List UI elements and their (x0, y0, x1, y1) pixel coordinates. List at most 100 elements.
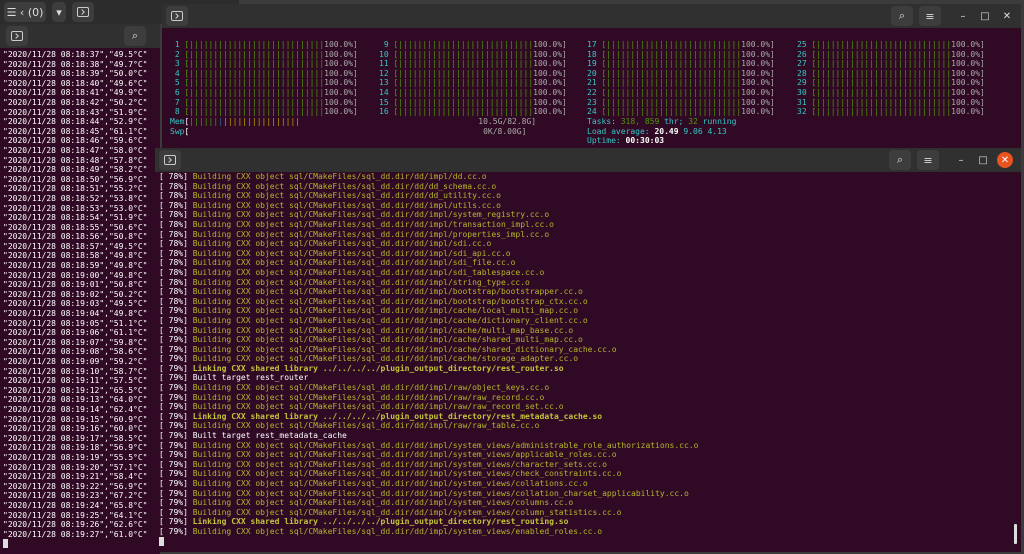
cpu-number: 27 (797, 59, 812, 69)
chevron-down-icon[interactable]: ▾ (52, 2, 66, 22)
new-tab-button-2[interactable] (6, 26, 28, 46)
cpu-bar: [|||||||||||||||||||||||||||| (184, 49, 325, 59)
hamburger-menu-button[interactable]: ≡ (917, 150, 939, 170)
cpu-percent: 100.0%] (951, 97, 985, 107)
htop-header-bar: ⌕ ≡ – □ ✕ (162, 4, 1021, 28)
build-line: [ 78%] Building CXX object sql/CMakeFile… (159, 268, 698, 278)
log-row: "2020/11/28 08:18:37","49.5°C" (3, 50, 148, 59)
build-percent: [ 78%] (159, 172, 193, 181)
search-button[interactable]: ⌕ (891, 6, 913, 26)
build-percent: [ 79%] (159, 450, 193, 460)
build-message: Building CXX object sql/CMakeFiles/sql_d… (192, 296, 588, 306)
scrollbar[interactable] (1014, 524, 1017, 544)
cpu-percent: 100.0%] (324, 49, 358, 59)
build-line: [ 78%] Building CXX object sql/CMakeFile… (159, 278, 698, 288)
search-icon: ⌕ (898, 9, 906, 22)
tab-menu-button[interactable]: ☰ ‹ (0) (4, 2, 46, 22)
build-line: [ 79%] Building CXX object sql/CMakeFile… (159, 393, 698, 403)
cpu-percent: 100.0%] (951, 88, 985, 97)
build-line: [ 79%] Building CXX object sql/CMakeFile… (159, 479, 698, 489)
maximize-button[interactable]: □ (975, 152, 991, 168)
maximize-button[interactable]: □ (977, 8, 993, 24)
hamburger-menu-button[interactable]: ≡ (919, 6, 941, 26)
cpu-meter-18: 18 [||||||||||||||||||||||||||||100.0%] (587, 50, 775, 60)
swp-value: 0K/8.00G] (483, 126, 527, 136)
cpu-percent: 100.0%] (324, 78, 358, 88)
cpu-meter-10: 10 [||||||||||||||||||||||||||||100.0%] (379, 50, 567, 60)
left-terminal-window: ☰ ‹ (0) ▾ ⌕ "2020/11/28 08:18:37","49.5°… (0, 0, 239, 554)
log-row: "2020/11/28 08:18:45","61.1°C" (3, 126, 148, 136)
cpu-bar: [|||||||||||||||||||||||||||| (811, 49, 952, 59)
cpu-bar: [|||||||||||||||||||||||||||| (601, 49, 742, 59)
minimize-button[interactable]: – (953, 152, 969, 168)
build-line: [ 79%] Building CXX object sql/CMakeFile… (159, 345, 698, 355)
cpu-bar: [|||||||||||||||||||||||||||| (184, 40, 325, 49)
build-percent: [ 79%] (159, 411, 193, 421)
cpu-number: 22 (587, 88, 602, 97)
log-row: "2020/11/28 08:18:38","49.7°C" (3, 59, 148, 69)
cpu-number: 31 (797, 97, 812, 107)
build-message: Building CXX object sql/CMakeFiles/sql_d… (192, 239, 492, 249)
cpu-bar: [|||||||||||||||||||||||||||| (393, 97, 534, 107)
build-percent: [ 79%] (159, 526, 193, 536)
new-tab-button[interactable] (159, 150, 181, 170)
log-row: "2020/11/28 08:19:22","56.9°C" (3, 481, 148, 491)
log-row: "2020/11/28 08:18:56","50.8°C" (3, 232, 148, 242)
running-count: 32 (688, 117, 698, 126)
text-cursor (3, 539, 8, 548)
build-percent: [ 79%] (159, 459, 193, 469)
cpu-percent: 100.0%] (324, 97, 358, 107)
cpu-meter-26: 26 [||||||||||||||||||||||||||||100.0%] (797, 50, 985, 60)
uptime-line: Uptime: 00:30:03 (587, 136, 664, 146)
log-row: "2020/11/28 08:19:15","60.9°C" (3, 414, 148, 424)
cpu-meter-11: 11 [||||||||||||||||||||||||||||100.0%] (379, 59, 567, 69)
build-line: [ 78%] Building CXX object sql/CMakeFile… (159, 172, 698, 182)
left-header-bar: ⌕ (0, 24, 160, 48)
cpu-meter-29: 29 [||||||||||||||||||||||||||||100.0%] (797, 78, 985, 88)
build-message: Building CXX object sql/CMakeFiles/sql_d… (192, 191, 501, 201)
cpu-number: 15 (379, 97, 394, 107)
log-row: "2020/11/28 08:19:20","57.1°C" (3, 462, 148, 472)
cpu-percent: 100.0%] (324, 68, 358, 78)
cpu-number: 20 (587, 68, 602, 78)
new-tab-button[interactable] (166, 6, 188, 26)
log-row: "2020/11/28 08:19:11","57.5°C" (3, 376, 148, 386)
cpu-number: 13 (379, 78, 394, 88)
cpu-percent: 100.0%] (533, 107, 567, 117)
build-line: [ 79%] Building CXX object sql/CMakeFile… (159, 469, 698, 479)
minimize-button[interactable]: – (955, 8, 971, 24)
load-label: Load average: (587, 126, 650, 136)
close-button[interactable]: ✕ (997, 152, 1013, 168)
cpu-number: 21 (587, 78, 602, 88)
cpu-percent: 100.0%] (324, 40, 358, 49)
log-row: "2020/11/28 08:19:06","61.1°C" (3, 328, 148, 338)
build-message: Building CXX object sql/CMakeFiles/sql_d… (192, 479, 588, 488)
cpu-bar: [|||||||||||||||||||||||||||| (811, 59, 952, 69)
cpu-percent: 100.0%] (533, 68, 567, 78)
cpu-meter-19: 19 [||||||||||||||||||||||||||||100.0%] (587, 59, 775, 69)
cpu-percent: 100.0%] (533, 88, 567, 97)
build-line: [ 78%] Building CXX object sql/CMakeFile… (159, 182, 698, 192)
cpu-bar: [|||||||||||||||||||||||||||| (393, 107, 534, 117)
build-message: Building CXX object sql/CMakeFiles/sql_d… (192, 383, 550, 393)
build-message: Building CXX object sql/CMakeFiles/sql_d… (192, 306, 579, 316)
cpu-number: 25 (797, 40, 812, 49)
close-button[interactable]: ✕ (999, 8, 1015, 24)
menu-icon: ≡ (923, 153, 933, 167)
cpu-meter-1: 1 [||||||||||||||||||||||||||||100.0%] (170, 40, 358, 50)
new-tab-button[interactable] (72, 2, 94, 22)
log-row: "2020/11/28 08:18:49","58.2°C" (3, 165, 148, 175)
search-button[interactable]: ⌕ (889, 150, 911, 170)
log-row: "2020/11/28 08:19:26","62.6°C" (3, 520, 148, 530)
build-percent: [ 78%] (159, 277, 193, 287)
build-percent: [ 79%] (159, 479, 193, 488)
build-line: [ 79%] Building CXX object sql/CMakeFile… (159, 335, 698, 345)
log-row: "2020/11/28 08:18:42","50.2°C" (3, 97, 148, 107)
build-percent: [ 78%] (159, 181, 193, 191)
tasks-count: 318, (620, 117, 640, 126)
search-button[interactable]: ⌕ (124, 26, 146, 46)
cpu-number: 4 (170, 68, 185, 78)
cpu-bar: [|||||||||||||||||||||||||||| (811, 68, 952, 78)
cpu-meter-30: 30 [||||||||||||||||||||||||||||100.0%] (797, 88, 985, 98)
log-row: "2020/11/28 08:18:47","58.0°C" (3, 145, 148, 155)
